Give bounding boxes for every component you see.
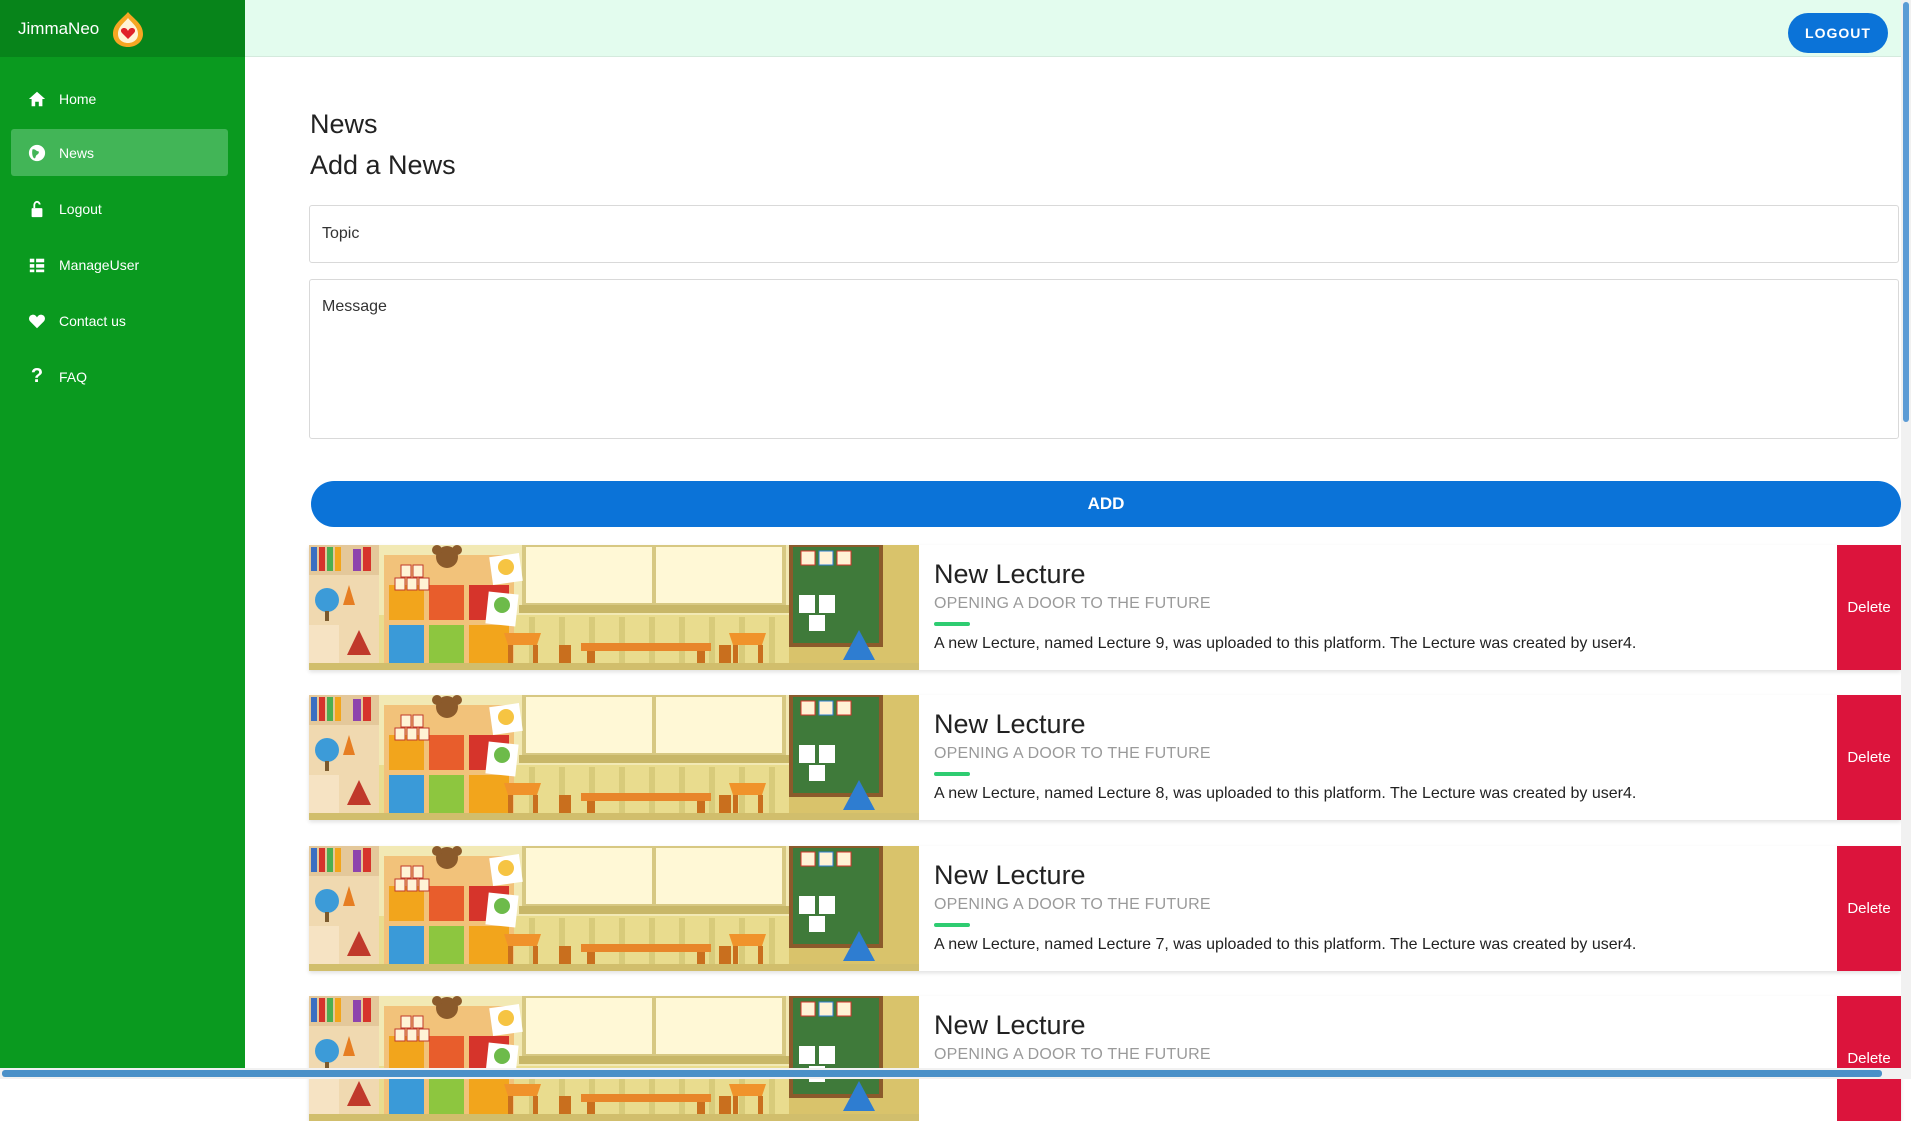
list-icon <box>25 253 49 277</box>
brand-name: JimmaNeo <box>18 18 100 38</box>
scrollbar-thumb[interactable] <box>2 1070 1882 1077</box>
sidebar-item-faq[interactable]: ? FAQ <box>11 353 228 400</box>
scrollbar-thumb[interactable] <box>1903 2 1909 422</box>
news-card: New Lecture OPENING A DOOR TO THE FUTURE… <box>309 846 1901 971</box>
news-body: A new Lecture, named Lecture 7, was uplo… <box>934 936 1637 953</box>
accent-line <box>934 923 970 927</box>
page-title: News <box>310 109 378 139</box>
delete-button[interactable]: Delete <box>1837 545 1901 670</box>
news-image <box>309 996 919 1121</box>
news-image <box>309 846 919 971</box>
news-body: A new Lecture, named Lecture 9, was uplo… <box>934 635 1637 652</box>
sidebar-item-label: Home <box>59 90 97 107</box>
sidebar-item-home[interactable]: Home <box>11 75 228 122</box>
classroom-illustration <box>309 996 919 1121</box>
message-textarea[interactable] <box>309 279 1899 439</box>
news-subtitle: OPENING A DOOR TO THE FUTURE <box>934 745 1211 762</box>
form-title: Add a News <box>310 150 456 180</box>
news-card: New Lecture OPENING A DOOR TO THE FUTURE… <box>309 545 1901 670</box>
sidebar-item-label: News <box>59 144 95 161</box>
classroom-illustration <box>309 545 919 670</box>
delete-button[interactable]: Delete <box>1837 846 1901 971</box>
brand[interactable]: JimmaNeo <box>0 0 245 57</box>
news-card: New Lecture OPENING A DOOR TO THE FUTURE… <box>309 996 1901 1121</box>
top-bar: LOGOUT <box>245 0 1911 57</box>
sidebar-item-news[interactable]: News <box>11 129 228 176</box>
lock-icon <box>25 197 49 221</box>
news-subtitle: OPENING A DOOR TO THE FUTURE <box>934 595 1211 612</box>
news-body: A new Lecture, named Lecture 8, was uplo… <box>934 785 1637 802</box>
home-icon <box>25 87 49 111</box>
sidebar-item-label: Logout <box>59 200 102 217</box>
news-image <box>309 695 919 820</box>
news-subtitle: OPENING A DOOR TO THE FUTURE <box>934 896 1211 913</box>
horizontal-scrollbar[interactable] <box>0 1068 1911 1079</box>
topic-input[interactable] <box>309 205 1899 263</box>
classroom-illustration <box>309 695 919 820</box>
sidebar-item-manageuser[interactable]: ManageUser <box>11 241 228 288</box>
sidebar-item-label: Contact us <box>59 312 126 329</box>
accent-line <box>934 772 970 776</box>
globe-icon <box>25 141 49 165</box>
news-image <box>309 545 919 670</box>
news-card: New Lecture OPENING A DOOR TO THE FUTURE… <box>309 695 1901 820</box>
news-title: New Lecture <box>934 709 1086 739</box>
vertical-scrollbar[interactable] <box>1901 0 1911 1068</box>
delete-button[interactable]: Delete <box>1837 695 1901 820</box>
question-icon: ? <box>30 365 44 387</box>
accent-line <box>934 622 970 626</box>
news-title: New Lecture <box>934 1010 1086 1040</box>
news-title: New Lecture <box>934 559 1086 589</box>
logo-icon <box>113 11 144 47</box>
logout-button[interactable]: LOGOUT <box>1788 13 1888 53</box>
sidebar: JimmaNeo Home News Logout ManageUser Con… <box>0 0 245 1068</box>
news-title: New Lecture <box>934 860 1086 890</box>
sidebar-item-logout[interactable]: Logout <box>11 185 228 232</box>
delete-button[interactable]: Delete <box>1837 996 1901 1121</box>
sidebar-item-contact[interactable]: Contact us <box>11 297 228 344</box>
heart-icon <box>25 309 49 333</box>
news-subtitle: OPENING A DOOR TO THE FUTURE <box>934 1046 1211 1063</box>
classroom-illustration <box>309 846 919 971</box>
add-button[interactable]: ADD <box>311 481 1901 527</box>
sidebar-item-label: FAQ <box>59 368 88 385</box>
sidebar-item-label: ManageUser <box>59 256 140 273</box>
